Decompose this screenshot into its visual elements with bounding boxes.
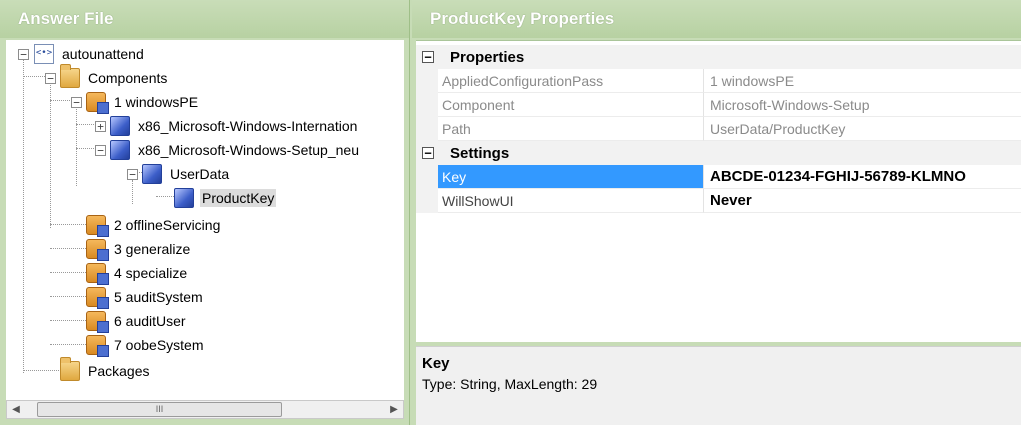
tree-item-label: x86_Microsoft-Windows-Setup_neu [138, 142, 359, 158]
tree-item-autounattend[interactable]: <•> autounattend [34, 42, 146, 66]
category-settings[interactable]: − Settings [416, 141, 1021, 165]
tree-item-label: 4 specialize [114, 265, 188, 281]
tree-item-label: 5 auditSystem [114, 289, 203, 305]
category-collapse-toggle[interactable]: − [422, 51, 434, 63]
answer-file-pane: Answer File − <•> autounattend − Compone… [0, 0, 410, 425]
component-icon [142, 164, 162, 184]
tree-item-audituser[interactable]: 6 auditUser [86, 309, 188, 333]
tree-item-label: 3 generalize [114, 241, 191, 257]
component-icon [110, 140, 130, 160]
folder-icon [60, 64, 80, 88]
tree-item-auditsystem[interactable]: 5 auditSystem [86, 285, 205, 309]
tree-horizontal-scrollbar[interactable]: ◀ III ▶ [6, 400, 404, 419]
root-collapse-toggle[interactable]: − [18, 49, 29, 60]
windowspe-collapse-toggle[interactable]: − [71, 97, 82, 108]
category-label: Settings [450, 144, 510, 162]
tree-item-label: 2 offlineServicing [114, 217, 221, 233]
property-row-appliedconfigurationpass[interactable]: AppliedConfigurationPass 1 windowsPE [416, 69, 1021, 93]
tree-item-components[interactable]: Components [60, 64, 169, 90]
configuration-pass-icon [86, 239, 109, 261]
tree-item-userdata[interactable]: UserData [142, 162, 231, 186]
tree-item-specialize[interactable]: 4 specialize [86, 261, 189, 285]
components-collapse-toggle[interactable]: − [45, 73, 56, 84]
configuration-pass-icon [86, 287, 109, 309]
international-expand-toggle[interactable]: + [95, 121, 106, 132]
properties-pane: ProductKey Properties − Properties Appli… [412, 0, 1021, 425]
answer-file-tree[interactable]: − <•> autounattend − Components − 1 wind… [6, 40, 404, 400]
property-row-key[interactable]: Key ABCDE-01234-FGHIJ-56789-KLMNO [416, 165, 1021, 189]
tree-item-label: x86_Microsoft-Windows-Internation [138, 118, 358, 134]
property-value: Microsoft-Windows-Setup [704, 93, 1021, 117]
answer-file-title: Answer File [0, 0, 409, 38]
tree-item-label: Components [88, 70, 168, 86]
tree-item-windowspe[interactable]: 1 windowsPE [86, 90, 200, 114]
tree-item-label: 1 windowsPE [114, 94, 199, 110]
willshowui-value-field[interactable]: Never [704, 189, 1021, 213]
configuration-pass-icon [86, 263, 109, 285]
configuration-pass-icon [86, 92, 109, 114]
property-value: UserData/ProductKey [704, 117, 1021, 141]
property-name: Key [438, 165, 704, 189]
xml-file-icon: <•> [34, 44, 54, 64]
property-row-path[interactable]: Path UserData/ProductKey [416, 117, 1021, 141]
property-name: WillShowUI [438, 189, 704, 213]
configuration-pass-icon [86, 215, 109, 237]
category-properties[interactable]: − Properties [416, 45, 1021, 69]
property-name: Path [438, 117, 704, 141]
tree-item-label: ProductKey [200, 189, 277, 207]
tree-item-oobesystem[interactable]: 7 oobeSystem [86, 333, 206, 357]
tree-item-label: 6 auditUser [114, 313, 186, 329]
tree-item-label: autounattend [62, 46, 144, 62]
tree-item-component-international[interactable]: x86_Microsoft-Windows-Internation [110, 114, 359, 138]
tree-item-label: Packages [88, 363, 150, 379]
scroll-left-arrow-icon[interactable]: ◀ [7, 401, 25, 418]
component-icon [174, 188, 194, 208]
description-title: Key [422, 355, 450, 372]
tree-item-component-setup[interactable]: x86_Microsoft-Windows-Setup_neu [110, 138, 361, 162]
userdata-collapse-toggle[interactable]: − [127, 169, 138, 180]
key-value-field[interactable]: ABCDE-01234-FGHIJ-56789-KLMNO [704, 165, 1021, 189]
property-name: Component [438, 93, 704, 117]
property-row-component[interactable]: Component Microsoft-Windows-Setup [416, 93, 1021, 117]
scroll-right-arrow-icon[interactable]: ▶ [385, 401, 403, 418]
folder-icon [60, 357, 80, 381]
category-label: Properties [450, 48, 525, 66]
tree-item-label: 7 oobeSystem [114, 337, 204, 353]
property-grid[interactable]: − Properties AppliedConfigurationPass 1 … [416, 40, 1021, 342]
category-collapse-toggle[interactable]: − [422, 147, 434, 159]
scrollbar-thumb[interactable]: III [37, 402, 282, 417]
property-row-willshowui[interactable]: WillShowUI Never [416, 189, 1021, 213]
properties-title: ProductKey Properties [412, 0, 1021, 38]
component-icon [110, 116, 130, 136]
setup-collapse-toggle[interactable]: − [95, 145, 106, 156]
tree-item-offlineservicing[interactable]: 2 offlineServicing [86, 213, 222, 237]
tree-item-packages[interactable]: Packages [60, 357, 151, 383]
property-description-panel: Key Type: String, MaxLength: 29 [416, 346, 1021, 425]
tree-item-label: UserData [170, 166, 230, 182]
property-name: AppliedConfigurationPass [438, 69, 704, 93]
tree-item-generalize[interactable]: 3 generalize [86, 237, 192, 261]
configuration-pass-icon [86, 311, 109, 333]
description-text: Type: String, MaxLength: 29 [422, 376, 598, 392]
property-value: 1 windowsPE [704, 69, 1021, 93]
tree-item-productkey[interactable]: ProductKey [174, 186, 277, 210]
configuration-pass-icon [86, 335, 109, 357]
